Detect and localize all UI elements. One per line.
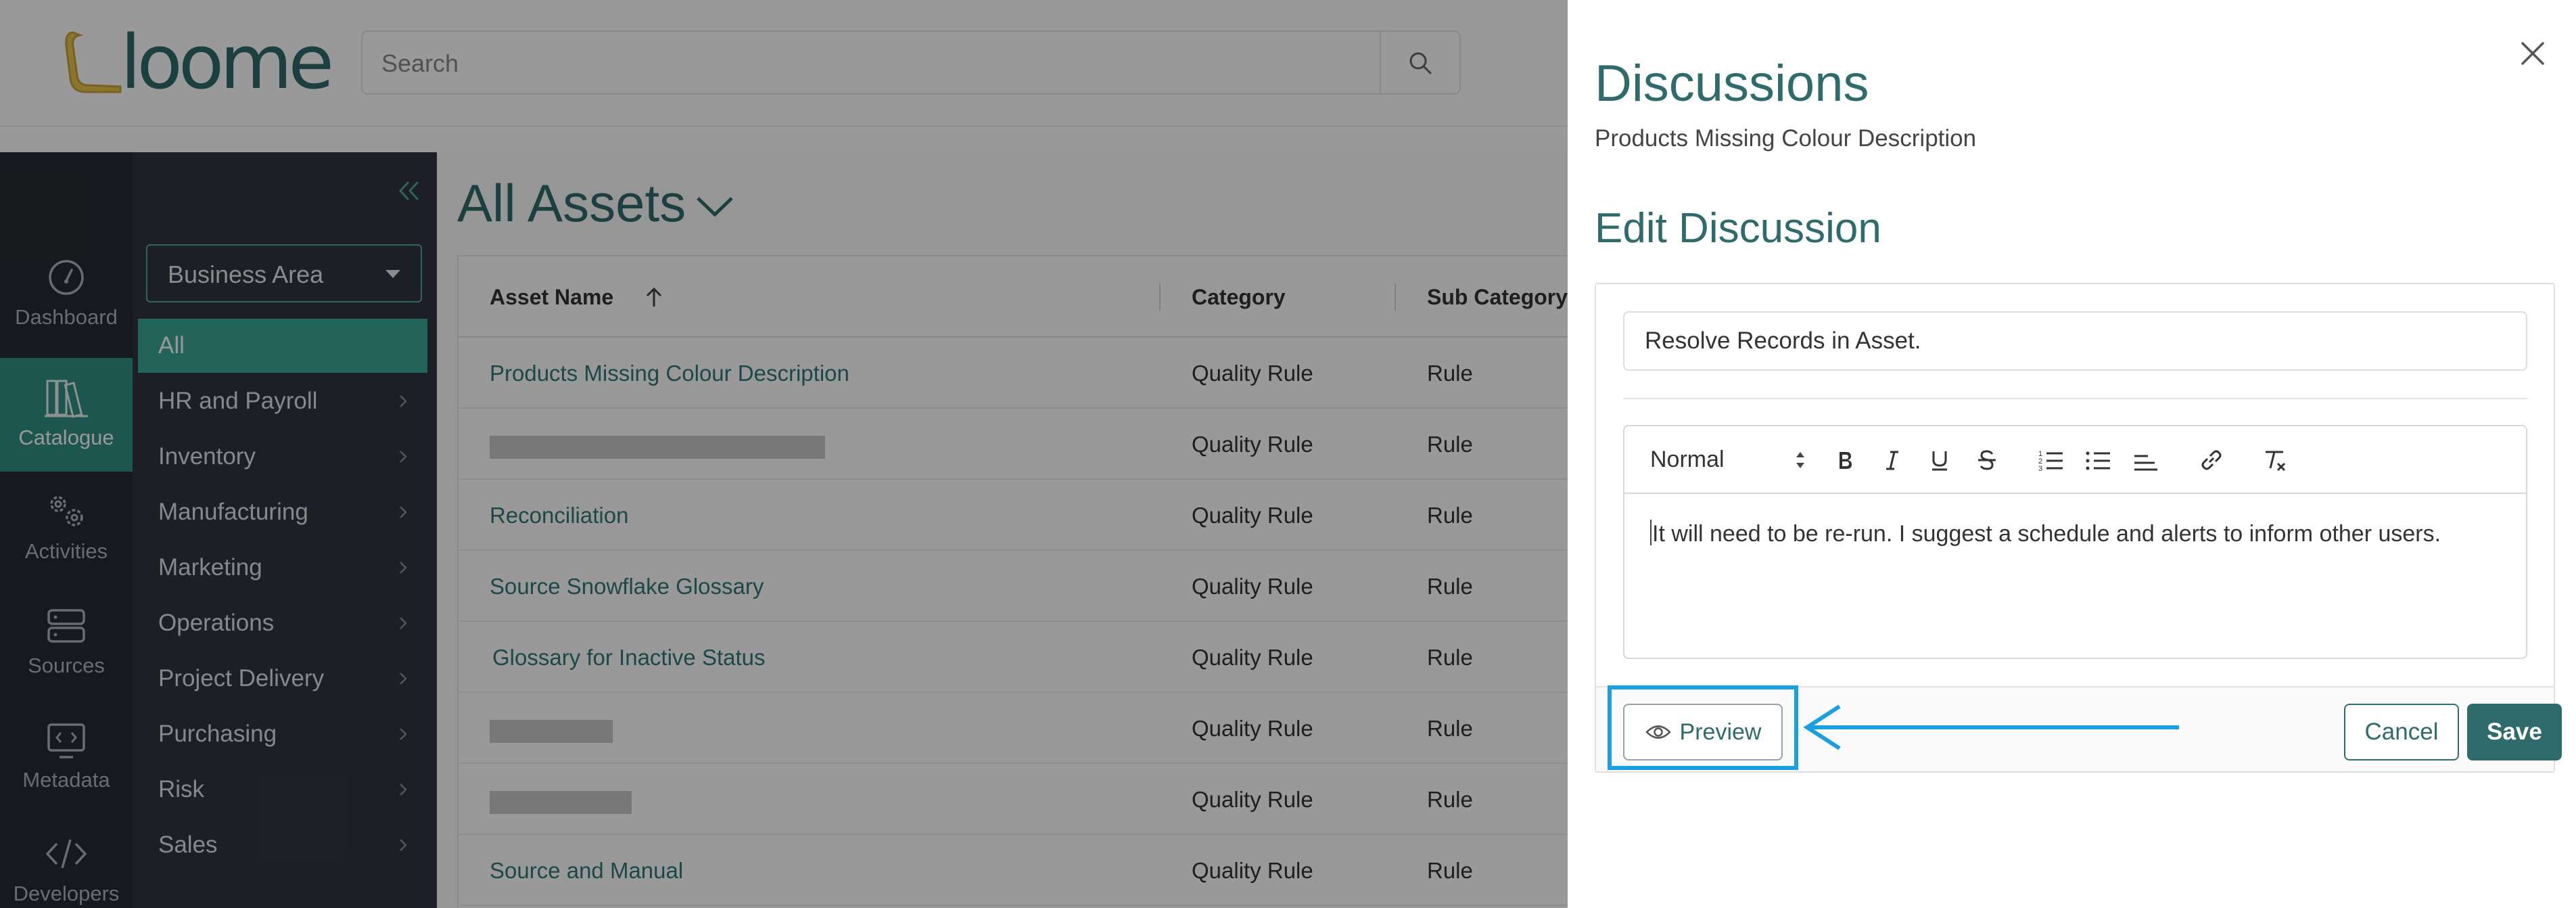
edit-discussion-card: Normal (1595, 283, 2562, 773)
discussion-title-input[interactable] (1623, 311, 2527, 371)
bold-icon (1840, 452, 1852, 469)
link-button[interactable] (2194, 442, 2229, 478)
cancel-button[interactable]: Cancel (2344, 704, 2459, 761)
bullet-list-button[interactable] (2080, 442, 2115, 478)
editor-toolbar: Normal 1 2 3 (1624, 426, 2526, 494)
clear-format-button[interactable] (2257, 442, 2293, 478)
edit-discussion-heading: Edit Discussion (1595, 205, 1881, 252)
discussions-panel: Discussions Products Missing Colour Desc… (1568, 0, 2576, 908)
text-caret (1650, 520, 1652, 545)
format-select-value: Normal (1650, 447, 1725, 472)
underline-button[interactable] (1922, 442, 1957, 478)
underline-icon (1932, 451, 1947, 471)
discussion-body-text: It will need to be re-run. I suggest a s… (1652, 521, 2441, 547)
align-left-icon (2134, 455, 2157, 471)
ordered-list-button[interactable]: 1 2 3 (2033, 442, 2068, 478)
italic-icon (1886, 451, 1898, 470)
preview-button[interactable]: Preview (1623, 704, 1783, 761)
close-icon[interactable] (2517, 38, 2548, 69)
divider (1623, 398, 2527, 399)
save-label: Save (2487, 719, 2542, 745)
ordered-list-icon: 1 2 3 (2038, 450, 2063, 473)
preview-label: Preview (1679, 719, 1762, 745)
bold-button[interactable] (1827, 442, 1863, 478)
panel-subtitle: Products Missing Colour Description (1595, 125, 1977, 152)
save-button[interactable]: Save (2467, 704, 2562, 761)
svg-text:3: 3 (2038, 465, 2042, 473)
strikethrough-icon (1978, 450, 1996, 470)
clear-format-icon (2266, 451, 2286, 472)
strikethrough-button[interactable] (1969, 442, 2005, 478)
panel-title: Discussions (1595, 55, 1869, 112)
cancel-label: Cancel (2364, 719, 2439, 745)
annotation-arrow-icon (1803, 704, 2179, 750)
eye-icon (1645, 725, 1671, 739)
rich-text-editor: Normal 1 2 3 It will need to be re-run. … (1623, 425, 2527, 659)
italic-button[interactable] (1875, 442, 1910, 478)
align-button[interactable] (2128, 442, 2163, 478)
select-arrows-icon (1796, 452, 1804, 468)
format-select[interactable]: Normal (1650, 445, 1804, 475)
link-icon (2201, 450, 2222, 470)
bullet-list-icon (2086, 451, 2110, 470)
modal-overlay[interactable] (0, 0, 1568, 908)
discussion-body-editor[interactable]: It will need to be re-run. I suggest a s… (1650, 520, 2502, 547)
